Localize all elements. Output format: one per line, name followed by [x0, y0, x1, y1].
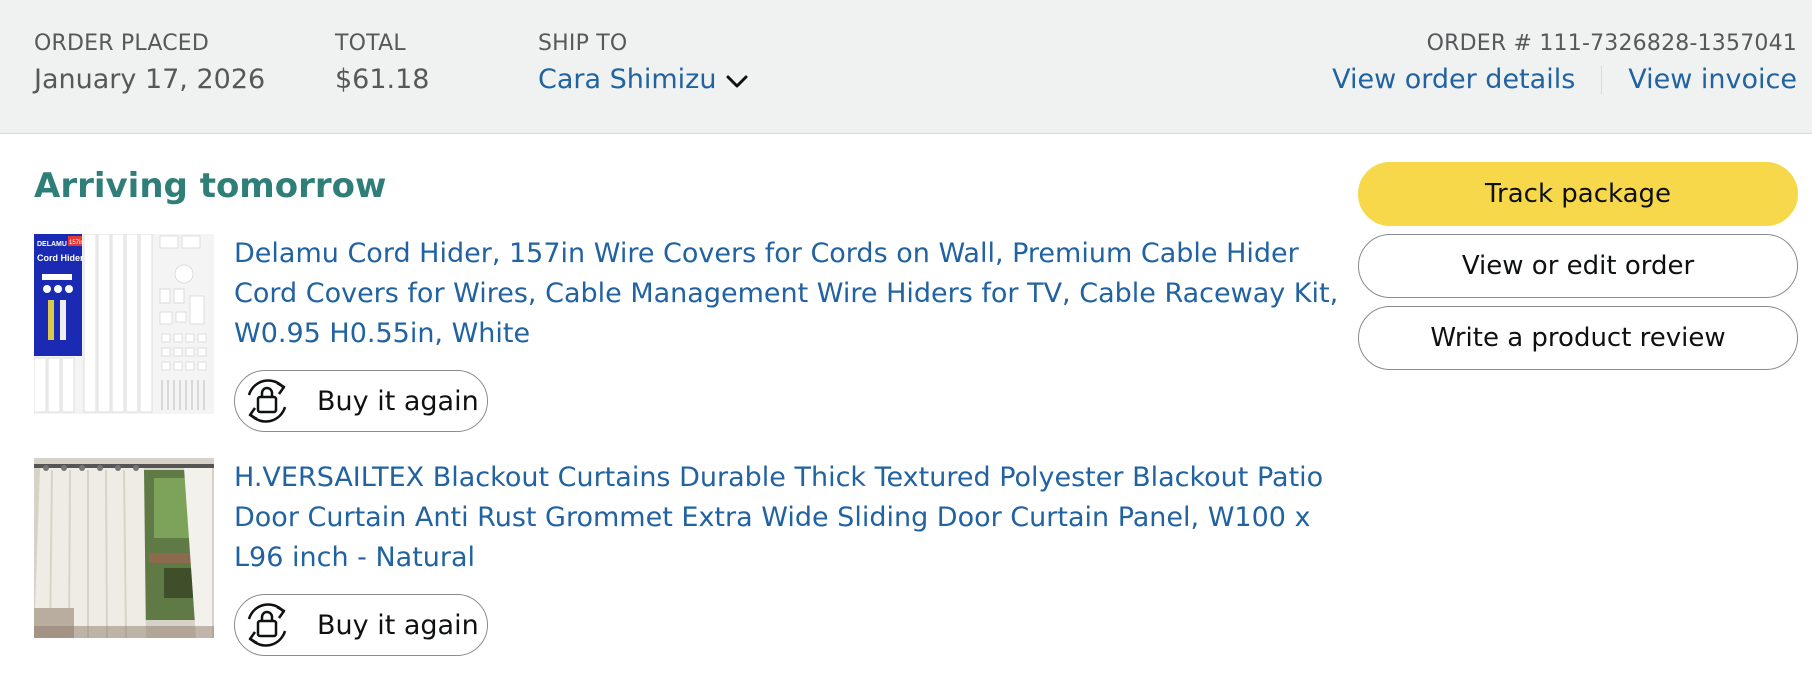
view-edit-order-button[interactable]: View or edit order [1358, 234, 1798, 298]
track-package-button[interactable]: Track package [1358, 162, 1798, 226]
delivery-status: Arriving tomorrow [34, 166, 387, 206]
ship-to-block: SHIP TO Cara Shimizu [538, 30, 748, 99]
buy-again-button[interactable]: Buy it again [234, 370, 488, 432]
ship-to-dropdown[interactable]: Cara Shimizu [538, 62, 748, 99]
thumb-product-text: Cord Hider [37, 253, 84, 263]
chevron-down-icon [726, 63, 748, 99]
order-number: ORDER # 111-7326828-1357041 [1426, 31, 1797, 56]
total-value: $61.18 [335, 64, 430, 95]
product-title-link[interactable]: H.VERSAILTEX Blackout Curtains Durable T… [234, 458, 1344, 578]
buy-again-label: Buy it again [317, 385, 479, 417]
buy-again-label: Buy it again [317, 609, 479, 641]
product-image[interactable] [34, 458, 214, 638]
buy-again-icon [239, 373, 295, 429]
buy-again-icon [239, 597, 295, 653]
view-invoice-link[interactable]: View invoice [1628, 62, 1797, 98]
thumb-badge-text: 157in [69, 240, 84, 246]
order-placed-label: ORDER PLACED [34, 31, 210, 56]
order-header: ORDER PLACED January 17, 2026 TOTAL $61.… [0, 0, 1812, 134]
total-label: TOTAL [335, 31, 406, 56]
order-placed-block: ORDER PLACED January 17, 2026 [34, 30, 265, 98]
product-title-link[interactable]: Delamu Cord Hider, 157in Wire Covers for… [234, 234, 1344, 354]
ship-to-label: SHIP TO [538, 31, 628, 56]
product-image[interactable]: DELAMU 157in Cord Hider [34, 234, 214, 414]
total-block: TOTAL $61.18 [335, 30, 429, 98]
order-placed-date: January 17, 2026 [34, 64, 266, 95]
order-actions: Track package View or edit order Write a… [1358, 162, 1798, 378]
order-number-block: ORDER # 111-7326828-1357041 View order d… [1332, 30, 1797, 98]
link-divider [1601, 66, 1603, 94]
ship-to-name: Cara Shimizu [538, 64, 717, 95]
order-links: View order details View invoice [1332, 62, 1797, 98]
buy-again-button[interactable]: Buy it again [234, 594, 488, 656]
thumb-brand-text: DELAMU [37, 241, 67, 248]
write-review-button[interactable]: Write a product review [1358, 306, 1798, 370]
view-order-details-link[interactable]: View order details [1332, 62, 1575, 98]
